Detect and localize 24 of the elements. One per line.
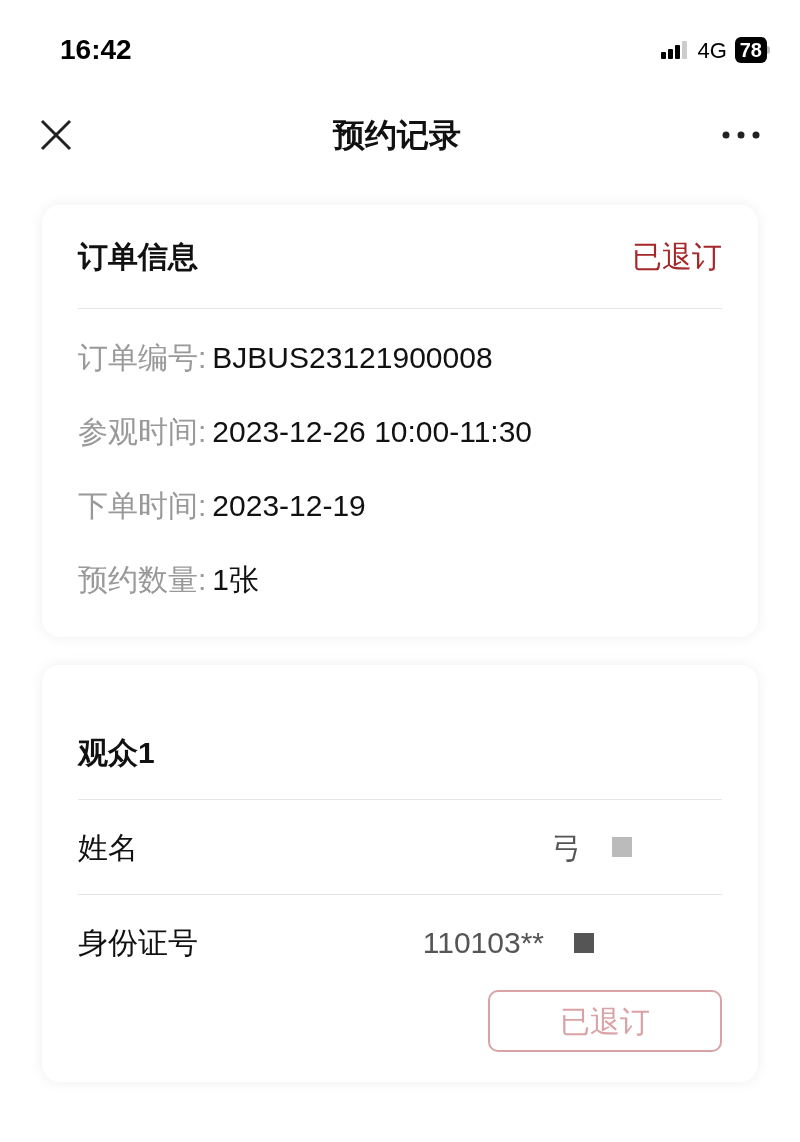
signal-icon (661, 40, 690, 60)
network-label: 4G (697, 36, 727, 65)
field-value: 弓 (552, 829, 582, 866)
field-value: 110103** (422, 925, 544, 961)
section-title: 订单信息 (78, 239, 198, 275)
field-value: BJBUS23121900008 (212, 339, 493, 376)
section-title: 观众1 (78, 734, 155, 771)
field-value: 2023-12-19 (212, 487, 366, 524)
redaction-mark (612, 837, 632, 857)
order-status: 已退订 (632, 239, 722, 275)
status-time: 16:42 (60, 33, 132, 67)
close-icon[interactable] (40, 119, 72, 151)
field-label: 预约数量: (78, 561, 207, 598)
field-label: 身份证号 (78, 925, 198, 961)
redaction-mark (574, 932, 594, 953)
field-value: 2023-12-26 10:00-11:30 (212, 413, 533, 450)
field-label: 姓名 (78, 829, 138, 866)
field-label: 订单编号: (78, 339, 207, 376)
battery-indicator: 78 (734, 37, 770, 63)
field-label: 参观时间: (78, 413, 207, 450)
more-icon[interactable] (722, 131, 760, 139)
field-value: 1张 (212, 561, 260, 598)
field-label: 下单时间: (78, 487, 207, 524)
page-title: 预约记录 (333, 116, 461, 155)
